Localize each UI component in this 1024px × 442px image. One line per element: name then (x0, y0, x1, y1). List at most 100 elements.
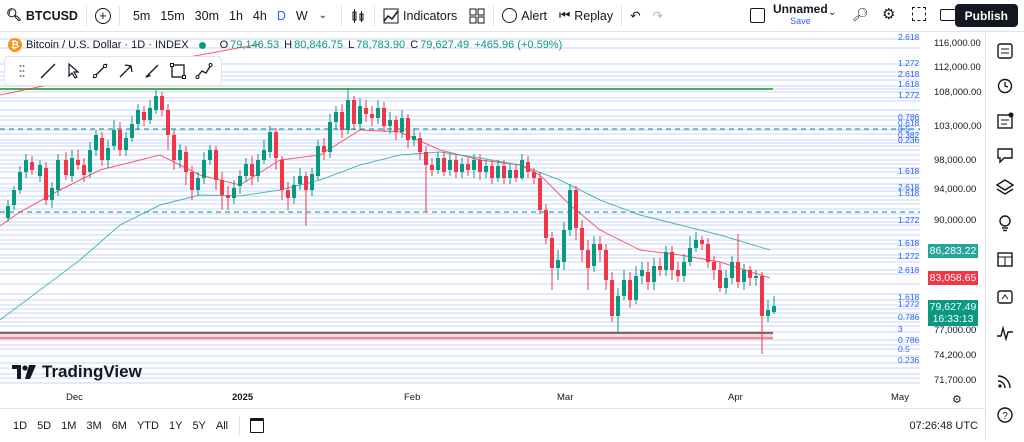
candle (232, 188, 236, 198)
candle (262, 150, 266, 160)
chevron-down-icon[interactable]: ⌄ (313, 10, 333, 21)
ray-tool-icon[interactable] (87, 60, 113, 82)
candle (64, 160, 68, 175)
layers-icon[interactable] (996, 178, 1014, 196)
candle (460, 164, 464, 172)
candle (160, 96, 164, 110)
candle (766, 310, 770, 316)
brush-tool-icon[interactable] (139, 60, 165, 82)
interval-4h[interactable]: 4h (248, 9, 272, 23)
replay-label: Replay (574, 8, 614, 23)
calendar-grid-icon[interactable] (996, 250, 1014, 268)
candle (328, 122, 332, 152)
trend-pulse-icon[interactable] (996, 324, 1014, 342)
interval-d[interactable]: D (272, 9, 291, 23)
candle (334, 112, 338, 122)
fib-level-label: 1.618 (898, 238, 920, 248)
range-all[interactable]: All (211, 420, 233, 432)
rectangle-tool-icon[interactable] (165, 60, 191, 82)
layout-chevron-icon[interactable]: ⌄ (828, 7, 836, 18)
interval-30m[interactable]: 30m (190, 9, 224, 23)
quick-search-icon[interactable]: 🔎︎ (852, 7, 869, 23)
candle (184, 152, 188, 172)
cursor-tool-icon[interactable] (61, 60, 87, 82)
tradingview-logo-icon (12, 365, 36, 379)
candle (550, 238, 554, 268)
indicators-button[interactable]: Indicators (377, 0, 463, 31)
replay-button[interactable]: ⏮︎ Replay (553, 0, 619, 31)
candle (56, 160, 60, 190)
publish-button[interactable]: Publish (954, 4, 1018, 27)
arrow-tool-icon[interactable] (113, 60, 139, 82)
candle (340, 112, 344, 130)
calendar-icon[interactable] (250, 418, 265, 433)
interval-15m[interactable]: 15m (155, 9, 189, 23)
fib-level-label: 0.236 (898, 355, 920, 365)
candle (154, 96, 158, 110)
candle (304, 176, 308, 190)
candle (436, 158, 440, 170)
drag-handle[interactable] (9, 60, 35, 82)
settings-gear-icon[interactable]: ⚙ (882, 5, 895, 23)
candle (616, 296, 620, 316)
range-6m[interactable]: 6M (107, 420, 132, 432)
interval-w[interactable]: W (291, 9, 313, 23)
undo-button[interactable]: ↶ (624, 0, 646, 31)
candle (424, 152, 428, 165)
news-icon[interactable] (996, 288, 1014, 306)
range-5y[interactable]: 5Y (187, 420, 210, 432)
alarm-clock-icon (502, 8, 518, 23)
price-chart[interactable] (0, 32, 986, 408)
candle (604, 250, 608, 280)
symbol-search[interactable]: 🔍︎ BTCUSD (0, 0, 84, 31)
chat-icon[interactable] (996, 146, 1014, 164)
symbol-title: Bitcoin / U.S. Dollar · 1D · INDEX (26, 39, 189, 51)
candle (628, 280, 632, 300)
interval-1h[interactable]: 1h (224, 9, 248, 23)
watchlist-icon[interactable] (996, 42, 1014, 60)
ideas-lightbulb-icon[interactable] (996, 214, 1014, 232)
path-tool-icon[interactable] (191, 60, 217, 82)
candle (82, 165, 86, 175)
ohlc-high: 80,846.75 (294, 39, 344, 51)
utc-clock[interactable]: 07:26:48 UTC (910, 420, 978, 432)
layout-name[interactable]: Unnamed Save (773, 3, 828, 27)
fib-level-label: 0.5 (898, 344, 910, 354)
fib-level-label: 1.618 (898, 79, 920, 89)
range-1y[interactable]: 1Y (164, 420, 187, 432)
trend-line-tool-icon[interactable] (35, 60, 61, 82)
compare-button[interactable]: + (89, 0, 117, 31)
candle (112, 130, 116, 146)
axis-settings-icon[interactable]: ⚙ (952, 393, 962, 406)
price-tag: 86,283.22 (928, 244, 978, 258)
templates-button[interactable] (463, 0, 491, 31)
symbol-label: BTCUSD (25, 8, 78, 23)
candle (142, 112, 146, 120)
candle (592, 244, 596, 266)
object-tree-icon[interactable] (996, 112, 1014, 130)
candle (730, 262, 734, 278)
layout-checkbox[interactable] (750, 8, 765, 23)
redo-button[interactable]: ↷ (647, 0, 669, 31)
layout-save-status: Save (790, 16, 811, 26)
range-1d[interactable]: 1D (8, 420, 32, 432)
date-axis-label: 2025 (232, 392, 254, 403)
range-5d[interactable]: 5D (32, 420, 56, 432)
help-icon[interactable]: ? (996, 406, 1014, 424)
candle (736, 262, 740, 282)
range-1m[interactable]: 1M (56, 420, 81, 432)
interval-5m[interactable]: 5m (128, 9, 155, 23)
price-axis-label: 74,200.00 (934, 350, 977, 361)
alerts-clock-icon[interactable] (996, 76, 1014, 94)
range-ytd[interactable]: YTD (132, 420, 164, 432)
fib-level-label: 1.272 (898, 299, 920, 309)
broadcast-icon[interactable] (996, 372, 1014, 390)
fib-level-label: 0.786 (898, 312, 920, 322)
alert-button[interactable]: Alert (496, 0, 553, 31)
candle (520, 160, 524, 178)
fullscreen-icon[interactable] (912, 7, 926, 21)
chart-type-button[interactable] (344, 0, 372, 31)
candle (466, 164, 470, 170)
range-3m[interactable]: 3M (81, 420, 106, 432)
candle (622, 280, 626, 296)
